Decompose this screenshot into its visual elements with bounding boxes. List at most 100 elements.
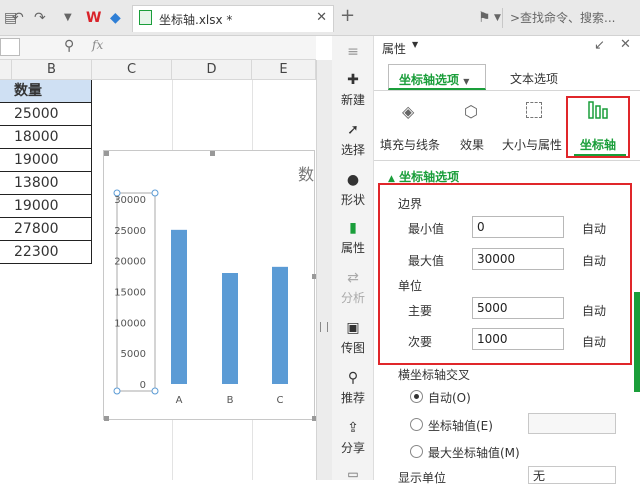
column-header-d[interactable]: D [172,60,252,80]
properties-panel: 属性 ▼ ↙ ✕ 坐标轴选项 ▼ 文本选项 ◈ 填充与线条 ⬡ 效果 大小与属性 坐… [374,36,640,485]
bar [222,273,238,384]
table-cell[interactable]: 18000 [0,126,92,149]
name-box[interactable] [0,38,20,56]
selection-handle [113,387,121,395]
display-unit-select[interactable]: 无 [528,466,616,484]
tab-axis-options[interactable]: 坐标轴选项 ▼ [388,64,486,90]
divider [374,160,640,161]
task-sidebar: ≡ ✚ 新建 ➚ 选择 ● 形状 ▮ 属性 ⇄ 分析 ▣ 传图 ⚲ 推荐 ⇪ 分享 ▭ [332,36,374,480]
selection-handle [151,189,159,197]
table-cell[interactable]: 22300 [0,241,92,264]
chevron-down-icon[interactable]: ▼ [64,8,72,28]
y-tick-label: 25000 [114,226,146,237]
new-icon: ✚ [347,72,359,88]
sidebar-item-analyze[interactable]: ⇄ 分析 [332,270,374,306]
table-cell[interactable]: 13800 [0,172,92,195]
table-cell[interactable]: 27800 [0,218,92,241]
cursor-icon: ➚ [347,122,359,138]
table-cell[interactable]: 19000 [0,195,92,218]
wps-logo-icon[interactable]: W [86,8,101,28]
table-cell[interactable]: 25000 [0,103,92,126]
max-value-input[interactable]: 30000 [472,248,564,270]
tool-axis[interactable]: 坐标轴 [570,101,626,153]
divider [374,90,640,91]
y-tick-label: 10000 [114,318,146,329]
radio-max-value[interactable] [410,445,423,458]
collapse-handle-icon[interactable]: ≡ [332,44,374,60]
chart-area[interactable]: 数 30000 25000 20000 15000 10000 5000 0 A B C [103,150,317,421]
cube-icon[interactable]: ◆ [110,8,121,28]
column-header-left[interactable] [0,60,12,80]
toolbox-icon: ▭ [347,467,359,481]
sidebar-item-share[interactable]: ⇪ 分享 [332,420,374,456]
properties-icon: ▮ [349,220,357,236]
radio-auto-label[interactable]: 自动(O) [428,389,471,406]
bar [171,229,187,384]
header-cell[interactable]: 数量 [0,80,92,103]
major-auto-button[interactable]: 自动 [582,302,606,319]
add-tab-icon[interactable]: + [340,6,355,26]
min-auto-button[interactable]: 自动 [582,220,606,237]
column-header-b[interactable]: B [12,60,92,80]
column-header-c[interactable]: C [92,60,172,80]
search-input[interactable]: >查找命令、搜索... [510,8,616,28]
tool-size-properties[interactable]: 大小与属性 [500,102,564,153]
min-value-input[interactable]: 0 [472,216,564,238]
active-tool-underline [574,154,626,156]
spreadsheet-icon [139,10,152,25]
sidebar-item-select[interactable]: ➚ 选择 [332,122,374,158]
recommend-icon: ⚲ [347,370,359,386]
image-icon: ▣ [346,320,360,336]
resize-handle [210,151,215,156]
tool-effects[interactable]: ⬡ 效果 [456,102,488,153]
file-tab[interactable]: 坐标轴.xlsx * ✕ [132,5,334,32]
unit-label: 单位 [398,279,423,293]
column-header-e[interactable]: E [252,60,316,80]
radio-axis-value-label[interactable]: 坐标轴值(E) [428,417,493,434]
minor-unit-input[interactable]: 1000 [472,328,564,350]
minor-label: 次要 [408,335,433,349]
cross-label: 横坐标轴交叉 [398,368,471,382]
axis-value-input[interactable] [528,413,616,434]
table-cell[interactable]: 19000 [0,149,92,172]
sidebar-item-shape[interactable]: ● 形状 [332,172,374,208]
sidebar-item-upload[interactable]: ▣ 传图 [332,320,374,356]
x-tick-label: B [227,395,234,406]
vertical-scrollbar[interactable] [316,60,332,480]
tool-fill-line[interactable]: ◈ 填充与线条 [380,102,440,153]
radio-max-label[interactable]: 最大坐标轴值(M) [428,444,520,461]
formula-bar: ⚲ fx [0,36,316,60]
file-tab-label: 坐标轴.xlsx * [159,13,233,27]
panel-edge-handle[interactable] [634,292,640,392]
close-icon[interactable]: ✕ [316,10,327,25]
radio-auto[interactable] [410,390,423,403]
scrollbar-grip[interactable] [320,322,328,332]
sidebar-item-recommend[interactable]: ⚲ 推荐 [332,370,374,406]
function-icon[interactable]: fx [92,38,103,52]
bar [272,266,288,384]
shape-icon: ● [346,172,360,188]
max-auto-button[interactable]: 自动 [582,252,606,269]
x-tick-label: C [277,395,284,406]
y-tick-label: 15000 [114,288,146,299]
undo-icon[interactable]: ↶ [12,8,24,28]
major-unit-input[interactable]: 5000 [472,297,564,319]
radio-axis-value[interactable] [410,418,423,431]
redo-icon[interactable]: ↷ [34,8,46,28]
analyze-icon: ⇄ [347,270,359,286]
max-label: 最大值 [408,254,445,268]
minor-auto-button[interactable]: 自动 [582,333,606,350]
bounds-label: 边界 [398,197,423,211]
tab-text-options[interactable]: 文本选项 [510,70,558,87]
undock-icon[interactable]: ↙ [594,38,605,53]
flag-icon[interactable]: ⚑ [478,8,491,28]
close-icon[interactable]: ✕ [620,37,631,52]
sidebar-item-more[interactable]: ▭ [332,468,374,487]
sidebar-item-new[interactable]: ✚ 新建 [332,72,374,108]
chevron-down-icon[interactable]: ▼ [494,8,501,28]
y-tick-label: 0 [140,380,146,391]
sidebar-item-properties[interactable]: ▮ 属性 [332,220,374,256]
chart-title: 数 [298,165,314,184]
chevron-down-icon[interactable]: ▼ [412,40,418,49]
zoom-icon[interactable]: ⚲ [64,38,74,54]
